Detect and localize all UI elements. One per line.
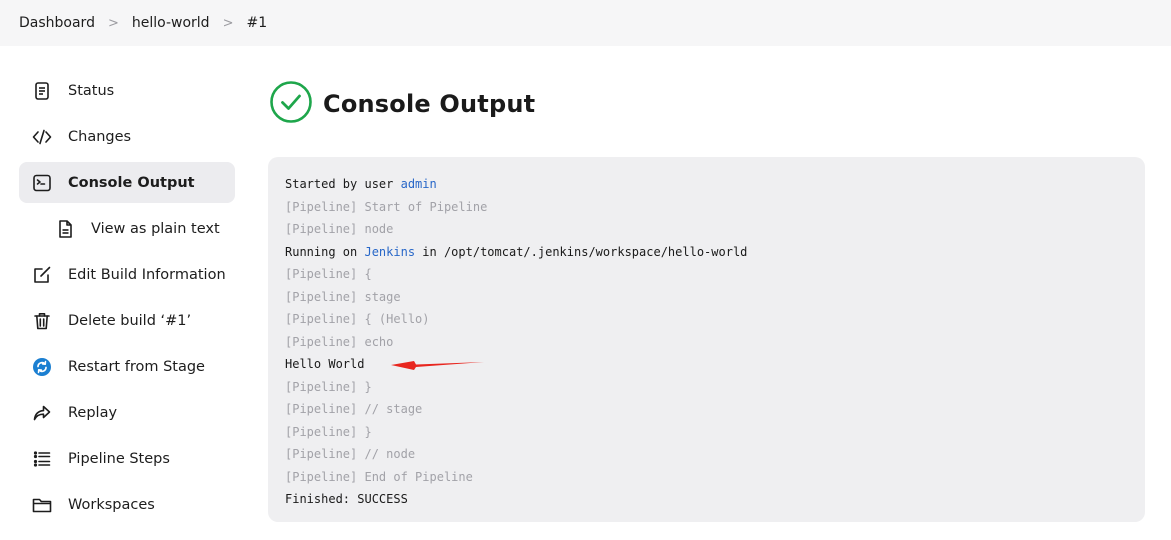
user-link[interactable]: admin [401, 177, 437, 191]
success-check-icon [269, 80, 313, 128]
edit-icon [31, 264, 53, 286]
console-line: [Pipeline] End of Pipeline [285, 469, 473, 484]
breadcrumb: Dashboard > hello-world > #1 [0, 0, 1171, 46]
sidebar-item-label: Edit Build Information [68, 266, 226, 283]
replay-icon [31, 402, 53, 424]
node-link[interactable]: Jenkins [364, 245, 415, 259]
console-line: Running on Jenkins in /opt/tomcat/.jenki… [285, 241, 1128, 264]
sidebar-item-restart-from-stage[interactable]: Restart from Stage [19, 346, 235, 387]
sidebar-item-label: Workspaces [68, 496, 155, 513]
sidebar-item-status[interactable]: Status [19, 70, 235, 111]
console-output: Started by user admin [Pipeline] Start o… [268, 157, 1145, 522]
console-line: [Pipeline] { (Hello) [285, 312, 430, 326]
sidebar-item-label: Changes [68, 128, 132, 145]
steps-icon [31, 448, 53, 470]
sidebar: Status Changes Console Output View as pl… [19, 70, 235, 530]
console-text: Started by user [285, 177, 401, 191]
sidebar-item-label: Delete build ‘#1’ [68, 312, 192, 329]
sidebar-item-label: Restart from Stage [68, 358, 205, 375]
console-line: [Pipeline] } [285, 424, 372, 439]
console-line: [Pipeline] Start of Pipeline [285, 199, 488, 214]
breadcrumb-dashboard[interactable]: Dashboard [19, 15, 95, 31]
sidebar-item-delete-build[interactable]: Delete build ‘#1’ [19, 300, 235, 341]
sidebar-item-label: Replay [68, 404, 118, 421]
breadcrumb-build[interactable]: #1 [246, 15, 267, 31]
console-line: [Pipeline] { [285, 267, 372, 281]
breadcrumb-separator: > [107, 15, 119, 31]
code-icon [31, 126, 53, 148]
page-title: Console Output [323, 90, 536, 118]
sidebar-item-console-output[interactable]: Console Output [19, 162, 235, 203]
sidebar-item-edit-build-info[interactable]: Edit Build Information [19, 254, 235, 295]
trash-icon [31, 310, 53, 332]
sidebar-item-label: Pipeline Steps [68, 450, 170, 467]
breadcrumb-job[interactable]: hello-world [132, 15, 210, 31]
sidebar-item-label: Status [68, 82, 115, 99]
sidebar-item-label: View as plain text [91, 220, 220, 237]
console-line: [Pipeline] // node [285, 447, 416, 461]
console-line: Started by user admin [285, 173, 1128, 196]
terminal-icon [31, 172, 53, 194]
file-icon [54, 218, 76, 240]
page-header: Console Output [269, 80, 535, 128]
sidebar-item-label: Console Output [68, 174, 195, 191]
sidebar-item-workspaces[interactable]: Workspaces [19, 484, 235, 525]
console-line: [Pipeline] echo [285, 334, 394, 349]
restart-icon [31, 356, 53, 378]
sidebar-item-view-plain-text[interactable]: View as plain text [19, 208, 235, 249]
sidebar-item-changes[interactable]: Changes [19, 116, 235, 157]
console-line: [Pipeline] node [285, 222, 394, 236]
console-line: [Pipeline] // stage [285, 402, 423, 416]
annotation-arrow-icon [391, 361, 484, 370]
console-line: [Pipeline] } [285, 379, 372, 394]
sidebar-item-replay[interactable]: Replay [19, 392, 235, 433]
document-icon [31, 80, 53, 102]
breadcrumb-separator: > [222, 15, 234, 31]
folder-icon [31, 494, 53, 516]
console-text: in /opt/tomcat/.jenkins/workspace/hello-… [415, 244, 748, 259]
console-line: Finished: SUCCESS [285, 492, 408, 506]
sidebar-item-pipeline-steps[interactable]: Pipeline Steps [19, 438, 235, 479]
console-text: Running on [285, 244, 365, 259]
console-line: [Pipeline] stage [285, 289, 401, 304]
